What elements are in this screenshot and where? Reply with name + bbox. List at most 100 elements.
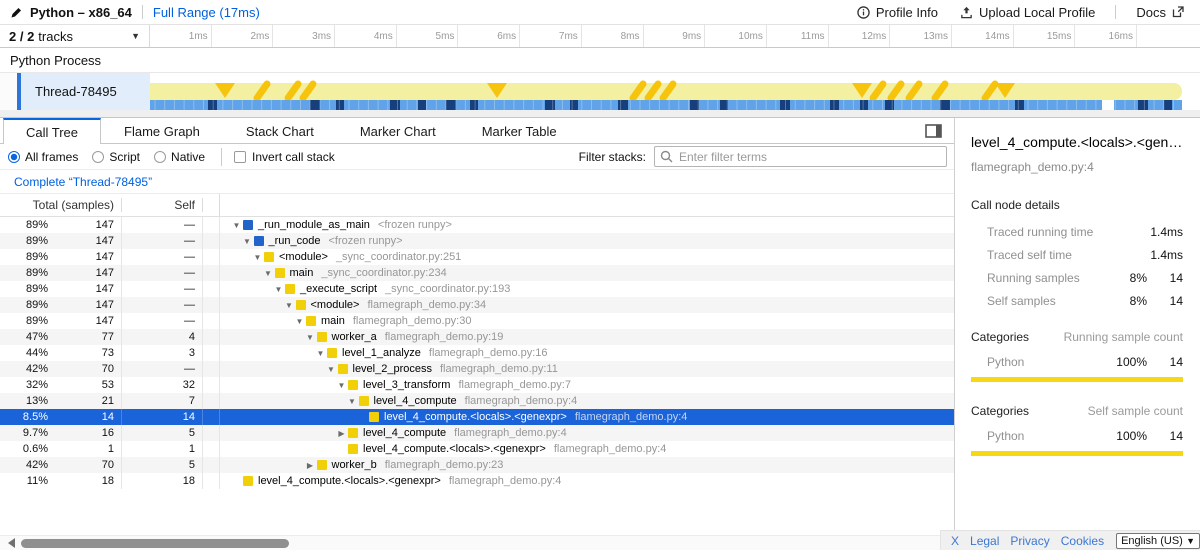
twisty-open-icon[interactable]: ▼ xyxy=(314,349,327,358)
category-name: Python xyxy=(987,429,1103,443)
category-cell xyxy=(203,377,220,393)
total-samples-cell: 53 xyxy=(48,377,122,393)
tracks-word: tracks xyxy=(38,29,73,44)
breadcrumb-complete-thread[interactable]: Complete “Thread-78495” xyxy=(14,175,152,189)
profile-info-button[interactable]: Profile Info xyxy=(857,5,938,20)
radio-script[interactable]: Script xyxy=(92,150,140,164)
total-percent-cell: 89% xyxy=(0,219,48,231)
thread-track-label[interactable]: Thread-78495 xyxy=(21,73,150,110)
footer-link-legal[interactable]: Legal xyxy=(970,534,999,548)
thread-activity-graph[interactable] xyxy=(150,73,1200,110)
full-range-button[interactable]: Full Range (17ms) xyxy=(153,5,260,20)
total-samples-cell: 18 xyxy=(48,473,122,489)
call-tree-row[interactable]: 89%147—▼_run_module_as_main<frozen runpy… xyxy=(0,217,954,233)
function-name: worker_b xyxy=(332,459,377,471)
tab-flame-graph[interactable]: Flame Graph xyxy=(101,118,223,143)
scrollbar-thumb[interactable] xyxy=(21,539,289,548)
total-samples-cell: 70 xyxy=(48,361,122,377)
call-tree-row[interactable]: 89%147—▼<module>_sync_coordinator.py:251 xyxy=(0,249,954,265)
call-tree-row[interactable]: 89%147—▼<module>flamegraph_demo.py:34 xyxy=(0,297,954,313)
twisty-open-icon[interactable]: ▼ xyxy=(293,317,306,326)
chevron-down-icon: ▼ xyxy=(131,31,140,41)
source-location: _sync_coordinator.py:193 xyxy=(385,283,510,295)
tab-stack-chart[interactable]: Stack Chart xyxy=(223,118,337,143)
tab-marker-chart[interactable]: Marker Chart xyxy=(337,118,459,143)
twisty-open-icon[interactable]: ▼ xyxy=(230,221,243,230)
total-samples-cell: 77 xyxy=(48,329,122,345)
source-location: flamegraph_demo.py:4 xyxy=(465,395,578,407)
horizontal-scrollbar[interactable] xyxy=(0,535,954,550)
footer-link-privacy[interactable]: Privacy xyxy=(1010,534,1049,548)
twisty-closed-icon[interactable]: ▶ xyxy=(304,461,317,470)
self-samples-cell: — xyxy=(122,249,203,265)
twisty-open-icon[interactable]: ▼ xyxy=(262,269,275,278)
ruler-tick-15ms: 15ms xyxy=(1014,25,1076,47)
total-percent-cell: 8.5% xyxy=(0,411,48,423)
categories-heading: CategoriesSelf sample count xyxy=(971,404,1183,418)
footer-link-x[interactable]: X xyxy=(951,534,959,548)
sidebar-toggle-button[interactable] xyxy=(925,124,942,138)
twisty-open-icon[interactable]: ▼ xyxy=(325,365,338,374)
process-track-row[interactable]: Python Process xyxy=(0,48,1200,73)
tab-marker-table[interactable]: Marker Table xyxy=(459,118,580,143)
twisty-open-icon[interactable]: ▼ xyxy=(272,285,285,294)
total-samples-cell: 70 xyxy=(48,457,122,473)
function-name: worker_a xyxy=(332,331,377,343)
function-cell: level_4_compute.<locals>.<genexpr>flameg… xyxy=(220,411,954,423)
call-tree-row[interactable]: 0.6%11level_4_compute.<locals>.<genexpr>… xyxy=(0,441,954,457)
source-location: flamegraph_demo.py:4 xyxy=(554,443,667,455)
language-select[interactable]: English (US) ▼ xyxy=(1116,533,1200,549)
category-cell xyxy=(203,265,220,281)
call-tree-row[interactable]: 11%1818level_4_compute.<locals>.<genexpr… xyxy=(0,473,954,489)
category-percent: 100% xyxy=(1103,355,1147,369)
twisty-open-icon[interactable]: ▼ xyxy=(335,381,348,390)
ruler-tick-10ms: 10ms xyxy=(705,25,767,47)
timeline-header: 2 / 2 tracks ▼ 1ms2ms3ms4ms5ms6ms7ms8ms9… xyxy=(0,25,1200,48)
tracks-dropdown[interactable]: 2 / 2 tracks ▼ xyxy=(0,25,150,47)
self-samples-cell: 18 xyxy=(122,473,203,489)
source-location: <frozen runpy> xyxy=(329,235,403,247)
call-tree-row[interactable]: 89%147—▼_run_code<frozen runpy> xyxy=(0,233,954,249)
ruler-tick-4ms: 4ms xyxy=(335,25,397,47)
self-samples-cell: 5 xyxy=(122,457,203,473)
source-location: _sync_coordinator.py:251 xyxy=(336,251,461,263)
function-name: _run_module_as_main xyxy=(258,219,370,231)
ruler-tick-8ms: 8ms xyxy=(582,25,644,47)
self-samples-cell: 7 xyxy=(122,393,203,409)
category-cell xyxy=(203,393,220,409)
call-tree-row[interactable]: 9.7%165▶level_4_computeflamegraph_demo.p… xyxy=(0,425,954,441)
call-tree-row[interactable]: 8.5%1414level_4_compute.<locals>.<genexp… xyxy=(0,409,954,425)
upload-local-profile-button[interactable]: Upload Local Profile xyxy=(960,5,1095,20)
category-yellow-icon xyxy=(359,396,369,406)
ruler-tick-5ms: 5ms xyxy=(397,25,459,47)
filter-stacks-input[interactable] xyxy=(654,146,947,167)
footer-link-cookies[interactable]: Cookies xyxy=(1061,534,1104,548)
twisty-open-icon[interactable]: ▼ xyxy=(241,237,254,246)
radio-native[interactable]: Native xyxy=(154,150,205,164)
call-tree-row[interactable]: 47%774▼worker_aflamegraph_demo.py:19 xyxy=(0,329,954,345)
call-tree-row[interactable]: 89%147—▼mainflamegraph_demo.py:30 xyxy=(0,313,954,329)
function-cell: ▼level_2_processflamegraph_demo.py:11 xyxy=(220,363,954,375)
category-cell xyxy=(203,297,220,313)
scroll-left-arrow-icon[interactable] xyxy=(3,538,15,548)
radio-all-frames[interactable]: All frames xyxy=(8,150,78,164)
ruler-tick-14ms: 14ms xyxy=(952,25,1014,47)
twisty-closed-icon[interactable]: ▶ xyxy=(335,429,348,438)
twisty-open-icon[interactable]: ▼ xyxy=(346,397,359,406)
twisty-open-icon[interactable]: ▼ xyxy=(251,253,264,262)
detail-row-traced-running-time: Traced running time1.4ms xyxy=(971,225,1183,239)
call-tree-row[interactable]: 42%705▶worker_bflamegraph_demo.py:23 xyxy=(0,457,954,473)
tab-call-tree[interactable]: Call Tree xyxy=(3,118,101,144)
call-tree-row[interactable]: 44%733▼level_1_analyzeflamegraph_demo.py… xyxy=(0,345,954,361)
call-tree-row[interactable]: 13%217▼level_4_computeflamegraph_demo.py… xyxy=(0,393,954,409)
call-tree-row[interactable]: 89%147—▼_execute_script_sync_coordinator… xyxy=(0,281,954,297)
call-tree-row[interactable]: 42%70—▼level_2_processflamegraph_demo.py… xyxy=(0,361,954,377)
twisty-open-icon[interactable]: ▼ xyxy=(283,301,296,310)
call-tree-row[interactable]: 89%147—▼main_sync_coordinator.py:234 xyxy=(0,265,954,281)
invert-call-stack-checkbox[interactable]: Invert call stack xyxy=(234,150,335,164)
chevron-down-icon: ▼ xyxy=(1186,536,1195,546)
twisty-open-icon[interactable]: ▼ xyxy=(304,333,317,342)
self-samples-cell: — xyxy=(122,361,203,377)
call-tree-row[interactable]: 32%5332▼level_3_transformflamegraph_demo… xyxy=(0,377,954,393)
docs-button[interactable]: Docs xyxy=(1136,5,1190,20)
